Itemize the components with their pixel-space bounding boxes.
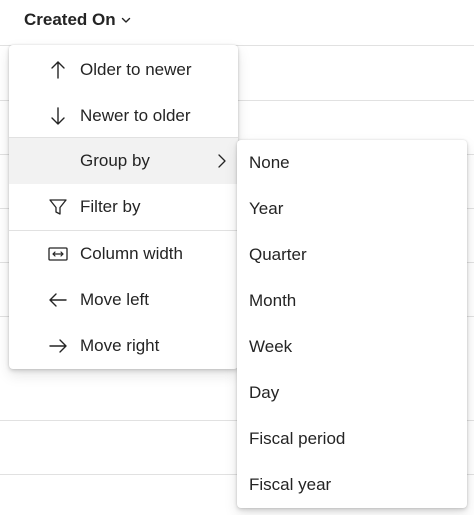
menu-item-label: Filter by xyxy=(80,197,141,216)
submenu-item-year[interactable]: Year xyxy=(237,186,467,232)
submenu-item-fiscal-period[interactable]: Fiscal period xyxy=(237,416,467,462)
menu-item-label: Column width xyxy=(80,244,183,263)
column-width-icon xyxy=(48,247,68,261)
menu-item-label: Group by xyxy=(80,151,150,170)
group-by-submenu: None Year Quarter Month Week Day Fiscal … xyxy=(237,140,467,508)
menu-item-move-right[interactable]: Move right xyxy=(9,323,238,369)
menu-item-newer-to-older[interactable]: Newer to older xyxy=(9,93,238,139)
menu-item-move-left[interactable]: Move left xyxy=(9,277,238,323)
submenu-item-label: Fiscal period xyxy=(249,429,346,448)
column-header-label: Created On xyxy=(24,10,116,29)
submenu-item-label: Year xyxy=(249,199,284,218)
arrow-up-icon xyxy=(51,61,65,79)
menu-item-older-to-newer[interactable]: Older to newer xyxy=(9,47,238,93)
filter-icon xyxy=(49,199,67,215)
menu-item-column-width[interactable]: Column width xyxy=(9,231,238,277)
submenu-item-week[interactable]: Week xyxy=(237,324,467,370)
menu-item-filter-by[interactable]: Filter by xyxy=(9,184,238,230)
chevron-right-icon xyxy=(218,154,226,168)
submenu-item-label: Quarter xyxy=(249,245,307,264)
submenu-item-day[interactable]: Day xyxy=(237,370,467,416)
menu-item-label: Move right xyxy=(80,336,160,355)
arrow-right-icon xyxy=(49,339,67,353)
arrow-left-icon xyxy=(49,293,67,307)
column-header: Created On xyxy=(0,0,474,46)
submenu-item-none[interactable]: None xyxy=(237,140,467,186)
submenu-item-label: Month xyxy=(249,291,297,310)
submenu-item-label: Week xyxy=(249,337,293,356)
menu-item-label: Newer to older xyxy=(80,106,191,125)
menu-item-group-by[interactable]: Group by xyxy=(9,138,238,184)
submenu-item-month[interactable]: Month xyxy=(237,278,467,324)
menu-item-label: Move left xyxy=(80,290,149,309)
submenu-item-quarter[interactable]: Quarter xyxy=(237,232,467,278)
submenu-item-label: Day xyxy=(249,383,280,402)
arrow-down-icon xyxy=(51,107,65,125)
submenu-item-label: Fiscal year xyxy=(249,475,332,494)
menu-item-label: Older to newer xyxy=(80,60,192,79)
chevron-down-icon xyxy=(121,17,130,23)
column-context-menu: Older to newer Newer to older Group by F… xyxy=(9,45,238,369)
submenu-item-fiscal-year[interactable]: Fiscal year xyxy=(237,462,467,508)
column-header-button[interactable]: Created On xyxy=(24,10,131,30)
submenu-item-label: None xyxy=(249,153,290,172)
